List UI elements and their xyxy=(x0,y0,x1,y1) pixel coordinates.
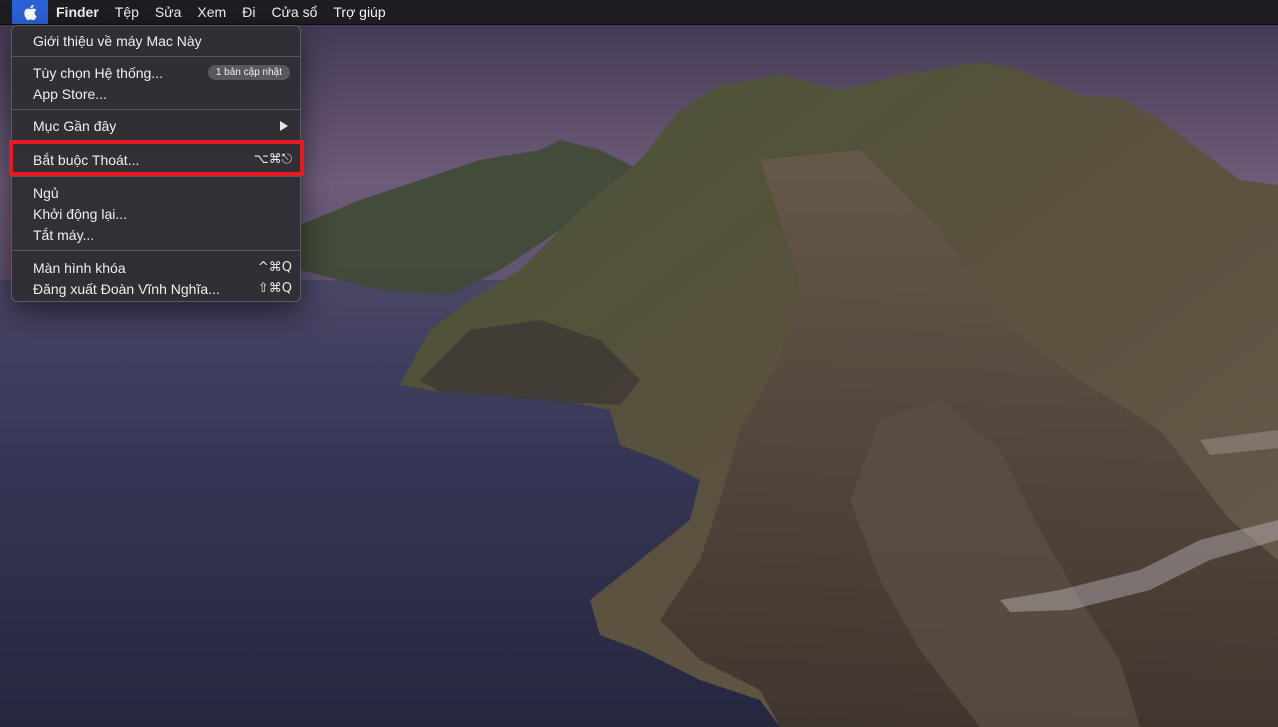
menu-item-logout[interactable]: Đăng xuất Đoàn Vĩnh Nghĩa... ⇧⌘Q xyxy=(12,278,300,299)
menubar-view[interactable]: Xem xyxy=(189,0,234,24)
menu-item-lock-screen-label: Màn hình khóa xyxy=(33,259,126,276)
menu-item-system-preferences-label: Tùy chọn Hệ thống... xyxy=(33,64,163,81)
menu-item-logout-label: Đăng xuất Đoàn Vĩnh Nghĩa... xyxy=(33,280,220,297)
menu-item-sleep[interactable]: Ngủ xyxy=(12,182,300,203)
menu-item-sleep-label: Ngủ xyxy=(33,184,59,201)
menu-item-shutdown-label: Tắt máy... xyxy=(33,226,95,243)
update-badge: 1 bản cập nhật xyxy=(207,65,290,80)
lock-screen-shortcut: ^⌘Q xyxy=(257,260,292,275)
menu-separator xyxy=(12,109,300,110)
menu-item-force-quit-label: Bắt buộc Thoát... xyxy=(33,151,140,168)
menu-item-lock-screen[interactable]: Màn hình khóa ^⌘Q xyxy=(12,257,300,278)
logout-shortcut: ⇧⌘Q xyxy=(257,281,292,296)
menubar-edit[interactable]: Sửa xyxy=(147,0,190,24)
apple-menu-button[interactable] xyxy=(12,0,48,24)
menubar-window[interactable]: Cửa sổ xyxy=(263,0,325,24)
submenu-arrow-icon xyxy=(280,120,288,131)
menu-item-recent-items[interactable]: Mục Gần đây xyxy=(12,115,300,136)
menu-item-app-store[interactable]: App Store... xyxy=(12,83,300,104)
desktop: Finder Tệp Sửa Xem Đi Cửa sổ Trợ giúp Gi… xyxy=(0,0,1278,727)
menubar-help[interactable]: Trợ giúp xyxy=(325,0,393,24)
apple-logo-icon xyxy=(24,4,37,20)
menubar-file[interactable]: Tệp xyxy=(107,0,147,24)
apple-dropdown-menu: Giới thiệu về máy Mac Này Tùy chọn Hệ th… xyxy=(11,25,301,302)
menu-item-restart[interactable]: Khởi động lại... xyxy=(12,203,300,224)
menu-item-about[interactable]: Giới thiệu về máy Mac Này xyxy=(12,30,300,51)
menubar-go[interactable]: Đi xyxy=(234,0,263,24)
menu-item-shutdown[interactable]: Tắt máy... xyxy=(12,224,300,245)
menu-separator xyxy=(12,141,300,142)
force-quit-shortcut: ⌥⌘⎋ xyxy=(253,152,292,167)
menu-separator xyxy=(12,250,300,251)
menu-item-about-label: Giới thiệu về máy Mac Này xyxy=(33,32,202,49)
menu-item-recent-items-label: Mục Gần đây xyxy=(33,117,117,134)
menu-item-system-preferences[interactable]: Tùy chọn Hệ thống... 1 bản cập nhật xyxy=(12,62,300,83)
menubar-finder[interactable]: Finder xyxy=(48,0,107,24)
menu-item-restart-label: Khởi động lại... xyxy=(33,205,128,222)
menu-bar: Finder Tệp Sửa Xem Đi Cửa sổ Trợ giúp xyxy=(0,0,1278,25)
menu-item-app-store-label: App Store... xyxy=(33,85,107,102)
menu-separator xyxy=(12,56,300,57)
menu-separator xyxy=(12,176,300,177)
menu-item-force-quit[interactable]: Bắt buộc Thoát... ⌥⌘⎋ xyxy=(12,149,300,170)
